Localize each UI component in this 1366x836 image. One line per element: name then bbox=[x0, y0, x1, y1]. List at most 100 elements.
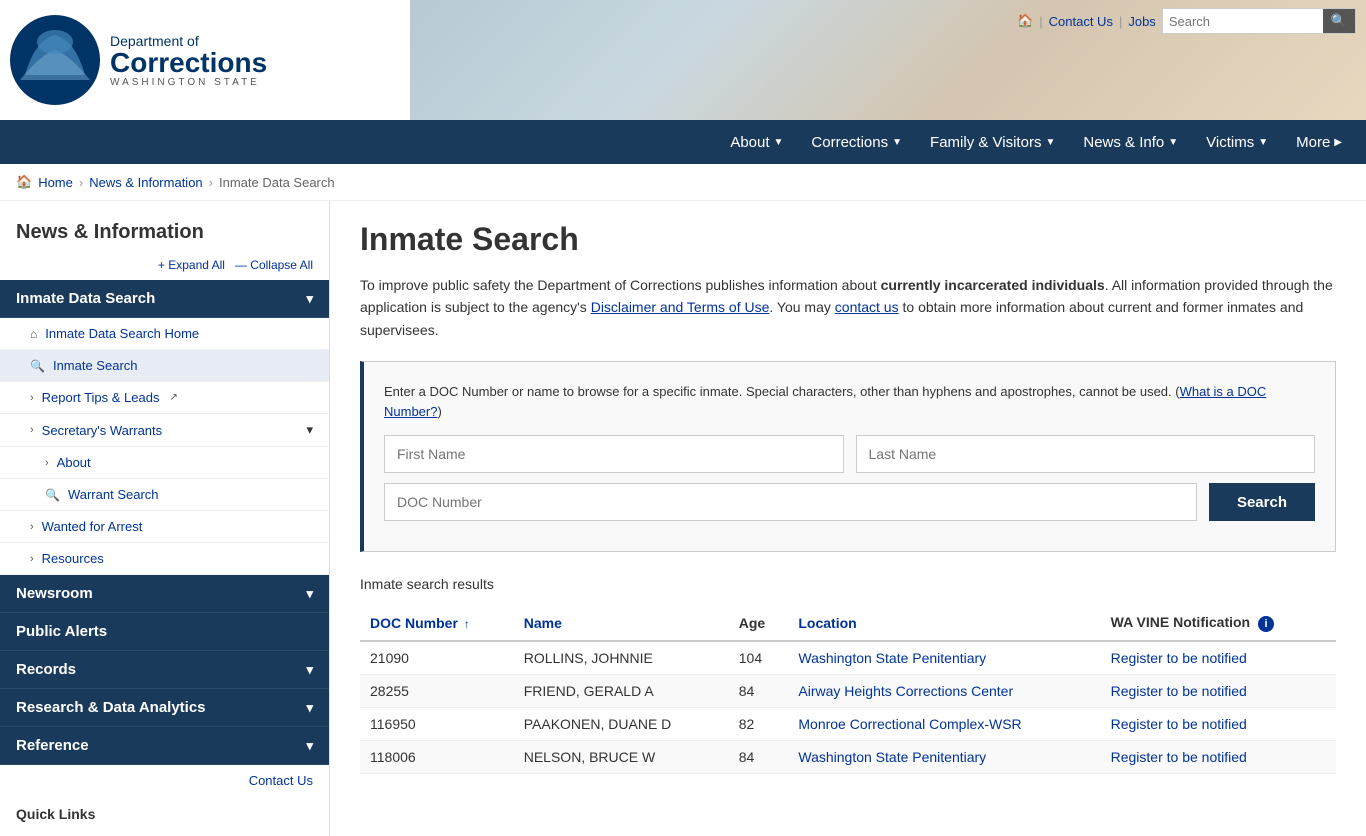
reference-label: Reference bbox=[16, 737, 89, 754]
nav-victims[interactable]: Victims ▼ bbox=[1192, 120, 1282, 164]
about-sub-link[interactable]: About bbox=[57, 455, 91, 470]
search-form-box: Enter a DOC Number or name to browse for… bbox=[360, 361, 1336, 552]
sidebar-sub-inmate-search[interactable]: 🔍 Inmate Search bbox=[0, 350, 329, 382]
sort-doc-link[interactable]: DOC Number ↑ bbox=[370, 615, 470, 631]
header-search-input[interactable] bbox=[1163, 10, 1323, 33]
quick-links-title: Quick Links bbox=[0, 796, 329, 826]
disclaimer-link[interactable]: Disclaimer and Terms of Use bbox=[591, 299, 770, 315]
doc-number-input[interactable] bbox=[384, 483, 1197, 521]
collapse-all-link[interactable]: — Collapse All bbox=[235, 258, 313, 272]
header: Department of Corrections WASHINGTON STA… bbox=[0, 0, 1366, 120]
research-chevron: ▾ bbox=[306, 700, 313, 716]
research-label: Research & Data Analytics bbox=[16, 699, 206, 716]
sidebar-item-newsroom[interactable]: Newsroom ▾ bbox=[0, 575, 329, 613]
cell-age: 104 bbox=[729, 641, 789, 675]
cell-vine: Register to be notified bbox=[1101, 741, 1336, 774]
warrants-link[interactable]: Secretary's Warrants bbox=[42, 423, 162, 438]
cell-name: PAAKONEN, DUANE D bbox=[514, 708, 729, 741]
sidebar-sub-inmate-home[interactable]: ⌂ Inmate Data Search Home bbox=[0, 318, 329, 350]
th-doc-number: DOC Number ↑ bbox=[360, 606, 514, 641]
about-dropdown-arrow: ▼ bbox=[774, 137, 784, 148]
news-dropdown-arrow: ▼ bbox=[1168, 137, 1178, 148]
sidebar-item-inmate-data-search[interactable]: Inmate Data Search ▾ bbox=[0, 280, 329, 318]
header-utilities: 🏠 | Contact Us | Jobs 🔍 bbox=[1017, 8, 1356, 34]
location-link[interactable]: Washington State Penitentiary bbox=[798, 749, 986, 765]
sidebar-item-public-alerts[interactable]: Public Alerts bbox=[0, 613, 329, 651]
cell-doc: 118006 bbox=[360, 741, 514, 774]
header-search-button[interactable]: 🔍 bbox=[1323, 9, 1355, 33]
sidebar-sub-warrants[interactable]: › Secretary's Warrants ▾ bbox=[0, 414, 329, 447]
location-link[interactable]: Airway Heights Corrections Center bbox=[798, 683, 1013, 699]
vine-link[interactable]: Register to be notified bbox=[1111, 683, 1247, 699]
vine-link[interactable]: Register to be notified bbox=[1111, 716, 1247, 732]
last-name-input[interactable] bbox=[856, 435, 1316, 473]
nav-corrections[interactable]: Corrections ▼ bbox=[797, 120, 916, 164]
location-link[interactable]: Washington State Penitentiary bbox=[798, 650, 986, 666]
breadcrumb-news-info[interactable]: News & Information bbox=[89, 175, 202, 190]
sidebar-contact-link[interactable]: Contact Us bbox=[249, 773, 313, 788]
contact-us-link[interactable]: Contact Us bbox=[1049, 14, 1113, 29]
logo-state: WASHINGTON STATE bbox=[110, 77, 267, 88]
sidebar-controls: + Expand All — Collapse All bbox=[0, 258, 329, 280]
results-title: Inmate search results bbox=[360, 576, 1336, 592]
first-name-input[interactable] bbox=[384, 435, 844, 473]
nav-news-info[interactable]: News & Info ▼ bbox=[1069, 120, 1192, 164]
contact-link[interactable]: contact us bbox=[835, 299, 899, 315]
sidebar: News & Information + Expand All — Collap… bbox=[0, 201, 330, 836]
resources-link[interactable]: Resources bbox=[42, 551, 104, 566]
cell-location: Airway Heights Corrections Center bbox=[788, 675, 1100, 708]
expand-sub-icon-tips: › bbox=[30, 392, 34, 404]
content-area: Inmate Search To improve public safety t… bbox=[330, 201, 1366, 836]
newsroom-label: Newsroom bbox=[16, 585, 93, 602]
expand-all-link[interactable]: + Expand All bbox=[158, 258, 225, 272]
inmate-search-link[interactable]: Inmate Search bbox=[53, 358, 138, 373]
location-link[interactable]: Monroe Correctional Complex-WSR bbox=[798, 716, 1021, 732]
sidebar-item-reference[interactable]: Reference ▾ bbox=[0, 727, 329, 765]
search-sub-icon: 🔍 bbox=[30, 359, 45, 373]
reference-chevron: ▾ bbox=[306, 738, 313, 754]
search-sub-icon-warrant: 🔍 bbox=[45, 488, 60, 502]
table-row: 116950 PAAKONEN, DUANE D 82 Monroe Corre… bbox=[360, 708, 1336, 741]
wanted-link[interactable]: Wanted for Arrest bbox=[42, 519, 143, 534]
nav-more[interactable]: More ▶ bbox=[1282, 120, 1356, 164]
family-dropdown-arrow: ▼ bbox=[1045, 137, 1055, 148]
sidebar-sub-report-tips[interactable]: › Report Tips & Leads ↗ bbox=[0, 382, 329, 414]
expand-sub-icon-about: › bbox=[45, 457, 49, 469]
public-alerts-label: Public Alerts bbox=[16, 623, 107, 640]
sidebar-item-research[interactable]: Research & Data Analytics ▾ bbox=[0, 689, 329, 727]
nav-family-visitors[interactable]: Family & Visitors ▼ bbox=[916, 120, 1069, 164]
table-row: 118006 NELSON, BRUCE W 84 Washington Sta… bbox=[360, 741, 1336, 774]
sidebar-sub-wanted[interactable]: › Wanted for Arrest bbox=[0, 511, 329, 543]
sort-location-link[interactable]: Location bbox=[798, 615, 856, 631]
intro-bold: currently incarcerated individuals bbox=[881, 277, 1105, 293]
sidebar-sub-warrant-search[interactable]: 🔍 Warrant Search bbox=[0, 479, 329, 511]
report-tips-link[interactable]: Report Tips & Leads bbox=[42, 390, 160, 405]
vine-link[interactable]: Register to be notified bbox=[1111, 749, 1247, 765]
search-button[interactable]: Search bbox=[1209, 483, 1315, 521]
external-link-icon: ↗ bbox=[169, 392, 177, 403]
home-link[interactable]: 🏠 bbox=[1017, 13, 1033, 29]
home-sub-icon: ⌂ bbox=[30, 327, 37, 341]
cell-vine: Register to be notified bbox=[1101, 675, 1336, 708]
sidebar-sub-resources[interactable]: › Resources bbox=[0, 543, 329, 575]
intro-text-1: To improve public safety the Department … bbox=[360, 277, 881, 293]
nav-about[interactable]: About ▼ bbox=[716, 120, 797, 164]
vine-link[interactable]: Register to be notified bbox=[1111, 650, 1247, 666]
header-search-box: 🔍 bbox=[1162, 8, 1356, 34]
th-location: Location bbox=[788, 606, 1100, 641]
inmate-home-link[interactable]: Inmate Data Search Home bbox=[45, 326, 199, 341]
cell-name: NELSON, BRUCE W bbox=[514, 741, 729, 774]
sidebar-item-records[interactable]: Records ▾ bbox=[0, 651, 329, 689]
table-header-row: DOC Number ↑ Name Age Location WA VINE N… bbox=[360, 606, 1336, 641]
cell-age: 82 bbox=[729, 708, 789, 741]
sidebar-sub-about[interactable]: › About bbox=[0, 447, 329, 479]
th-vine: WA VINE Notification i bbox=[1101, 606, 1336, 641]
cell-doc: 116950 bbox=[360, 708, 514, 741]
warrant-search-link[interactable]: Warrant Search bbox=[68, 487, 159, 502]
sort-name-link[interactable]: Name bbox=[524, 615, 562, 631]
expand-sub-icon-warrants: › bbox=[30, 424, 34, 436]
vine-info-icon[interactable]: i bbox=[1258, 616, 1274, 632]
breadcrumb-current: Inmate Data Search bbox=[219, 175, 335, 190]
jobs-link[interactable]: Jobs bbox=[1128, 14, 1155, 29]
breadcrumb-home[interactable]: Home bbox=[38, 175, 73, 190]
